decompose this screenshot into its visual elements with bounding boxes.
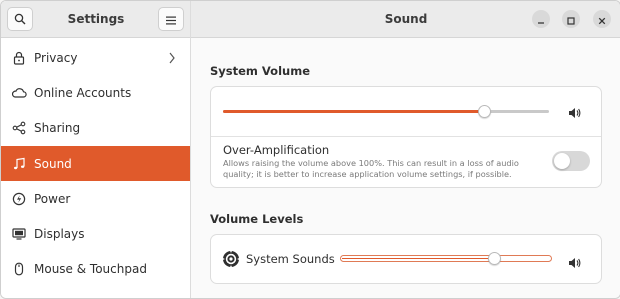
menu-button[interactable] — [158, 7, 184, 31]
over-amplification-title: Over-Amplification — [223, 143, 330, 157]
chevron-right-icon — [168, 51, 176, 68]
system-volume-card: Over-Amplification Allows raising the vo… — [210, 86, 602, 188]
toggle-knob — [554, 153, 570, 169]
page-title: Sound — [384, 12, 428, 26]
sidebar-item-online-accounts[interactable]: Online Accounts — [1, 75, 190, 110]
settings-window: Settings Privacy Online Accounts Sharing… — [0, 0, 620, 299]
sidebar: Settings Privacy Online Accounts Sharing… — [1, 1, 191, 298]
system-volume-slider-fill — [223, 110, 484, 113]
sidebar-item-label: Displays — [34, 227, 85, 242]
sidebar-item-label: Mouse & Touchpad — [34, 262, 147, 277]
main-header: Sound — [191, 1, 620, 38]
sidebar-item-power[interactable]: Power — [1, 181, 190, 216]
system-volume-heading: System Volume — [210, 64, 310, 78]
system-sounds-icon — [222, 250, 240, 272]
main-content: System Volume Over-Amplification Allows … — [191, 38, 620, 298]
maximize-button[interactable] — [562, 10, 580, 28]
over-amplification-toggle[interactable] — [552, 151, 590, 171]
minimize-icon — [537, 10, 545, 29]
over-amplification-description: Allows raising the volume above 100%. Th… — [223, 158, 553, 180]
sidebar-item-mouse-touchpad[interactable]: Mouse & Touchpad — [1, 252, 190, 287]
system-sounds-slider-fill — [342, 258, 493, 259]
sidebar-item-label: Online Accounts — [34, 85, 132, 100]
search-icon — [14, 10, 26, 29]
share-icon — [11, 120, 27, 136]
sidebar-item-sound[interactable]: Sound — [1, 145, 190, 182]
mouse-icon — [11, 261, 27, 277]
cloud-icon — [11, 85, 27, 101]
sidebar-item-label: Power — [34, 191, 71, 206]
lock-icon — [11, 50, 27, 66]
sidebar-title: Settings — [67, 12, 125, 26]
system-sounds-volume-slider[interactable] — [340, 252, 552, 265]
maximize-icon — [567, 10, 575, 29]
sidebar-item-privacy[interactable]: Privacy — [1, 40, 190, 75]
sidebar-item-label: Privacy — [34, 50, 78, 65]
hamburger-menu-icon — [166, 10, 176, 29]
minimize-button[interactable] — [532, 10, 550, 28]
sidebar-list: Privacy Online Accounts Sharing Sound Po… — [1, 40, 190, 287]
sidebar-item-displays[interactable]: Displays — [1, 216, 190, 251]
over-amplification-description-line: Allows raising the volume above 100%. Th… — [223, 158, 519, 168]
volume-levels-heading: Volume Levels — [210, 212, 304, 226]
system-volume-slider-knob[interactable] — [478, 105, 491, 118]
sidebar-item-label: Sound — [34, 156, 72, 171]
close-button[interactable] — [593, 10, 611, 28]
speaker-icon — [568, 104, 581, 123]
sidebar-header: Settings — [1, 1, 190, 38]
close-icon — [598, 10, 606, 29]
over-amplification-description-line: quality; it is better to increase applic… — [223, 169, 512, 179]
speaker-icon — [568, 254, 581, 273]
card-divider — [211, 136, 601, 137]
system-volume-slider[interactable] — [223, 105, 549, 118]
display-icon — [11, 226, 27, 242]
volume-levels-card: System Sounds — [210, 234, 602, 284]
power-icon — [11, 191, 27, 207]
sidebar-item-sharing[interactable]: Sharing — [1, 111, 190, 146]
sidebar-item-label: Sharing — [34, 121, 81, 136]
search-button[interactable] — [7, 7, 33, 31]
system-sounds-slider-knob[interactable] — [488, 252, 501, 265]
music-note-icon — [11, 156, 27, 172]
system-sounds-label: System Sounds — [246, 252, 335, 266]
